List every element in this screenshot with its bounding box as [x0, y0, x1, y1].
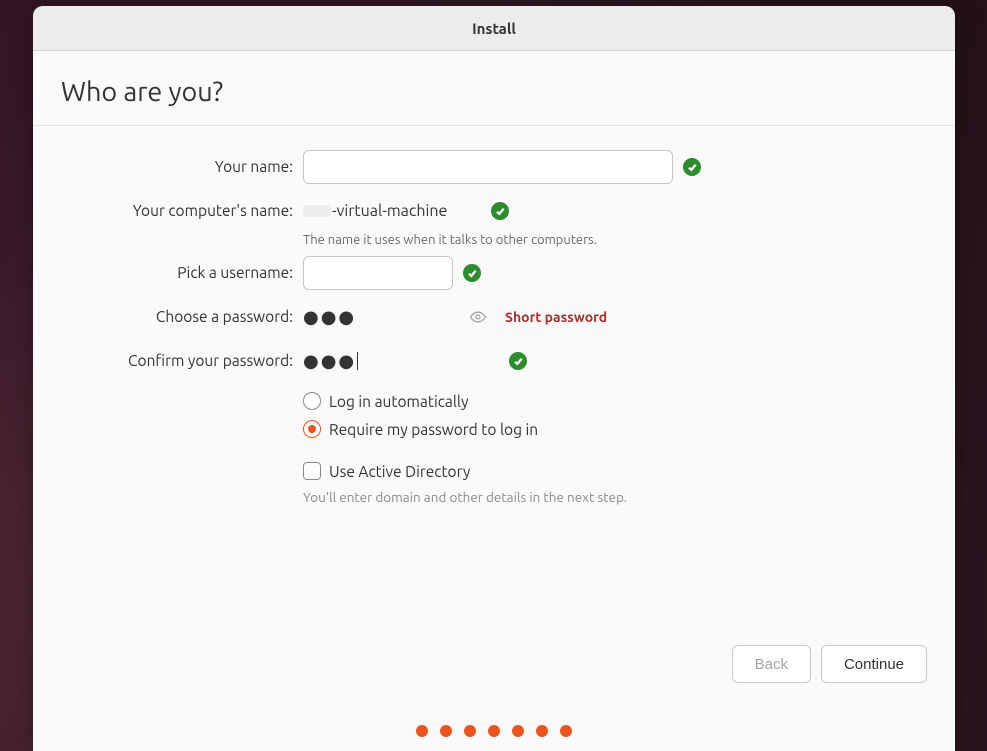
confirm-mask: ●●●	[303, 352, 356, 370]
reveal-password-icon[interactable]	[463, 308, 493, 326]
radio-auto-login[interactable]: Log in automatically	[303, 387, 955, 415]
row-name: Your name:	[33, 149, 955, 185]
pager-dot	[512, 725, 524, 737]
label-confirm: Confirm your password:	[33, 343, 303, 379]
password-strength: Short password	[505, 309, 607, 325]
row-confirm: Confirm your password: ●●●	[33, 343, 955, 379]
host-hint: The name it uses when it talks to other …	[303, 233, 955, 247]
host-redacted-prefix	[303, 205, 331, 217]
valid-icon	[463, 264, 481, 282]
ad-checkbox-row[interactable]: Use Active Directory	[303, 457, 955, 485]
pager-dot	[536, 725, 548, 737]
radio-require-label: Require my password to log in	[329, 421, 538, 438]
installer-window: Install Who are you? Your name: Your com…	[33, 6, 955, 751]
username-input[interactable]	[303, 256, 453, 290]
continue-button[interactable]: Continue	[821, 645, 927, 683]
wizard-buttons: Back Continue	[732, 645, 927, 683]
text-caret	[357, 352, 358, 370]
checkbox-icon	[303, 462, 321, 480]
divider	[33, 125, 955, 126]
password-mask: ●●●	[303, 308, 356, 326]
pager-dot	[416, 725, 428, 737]
radio-icon	[303, 420, 321, 438]
ad-label: Use Active Directory	[329, 463, 470, 480]
valid-icon	[683, 158, 701, 176]
titlebar: Install	[33, 6, 955, 51]
row-host: Your computer's name: -virtual-machine	[33, 193, 955, 229]
radio-require-password[interactable]: Require my password to log in	[303, 415, 955, 443]
radio-icon	[303, 392, 321, 410]
valid-icon	[491, 202, 509, 220]
valid-icon	[509, 352, 527, 370]
pager-dot	[440, 725, 452, 737]
user-form: Your name: Your computer's name: -virtua…	[33, 149, 955, 505]
pager	[33, 725, 955, 737]
row-user: Pick a username:	[33, 255, 955, 291]
page-title: Who are you?	[61, 77, 223, 107]
content: Who are you? Your name: Your computer's …	[33, 51, 955, 751]
back-button[interactable]: Back	[732, 645, 811, 683]
window-title: Install	[472, 20, 516, 37]
row-password: Choose a password: ●●● Short password	[33, 299, 955, 335]
ad-note: You'll enter domain and other details in…	[303, 489, 955, 505]
label-host: Your computer's name:	[33, 193, 303, 229]
confirm-password-input[interactable]: ●●●	[303, 352, 495, 370]
label-user: Pick a username:	[33, 255, 303, 291]
radio-auto-label: Log in automatically	[329, 393, 468, 410]
label-name: Your name:	[33, 149, 303, 185]
pager-dot	[488, 725, 500, 737]
name-input[interactable]	[303, 150, 673, 184]
host-input[interactable]: -virtual-machine	[303, 202, 481, 220]
label-password: Choose a password:	[33, 299, 303, 335]
pager-dot	[464, 725, 476, 737]
pager-dot	[560, 725, 572, 737]
host-value: -virtual-machine	[332, 202, 447, 220]
